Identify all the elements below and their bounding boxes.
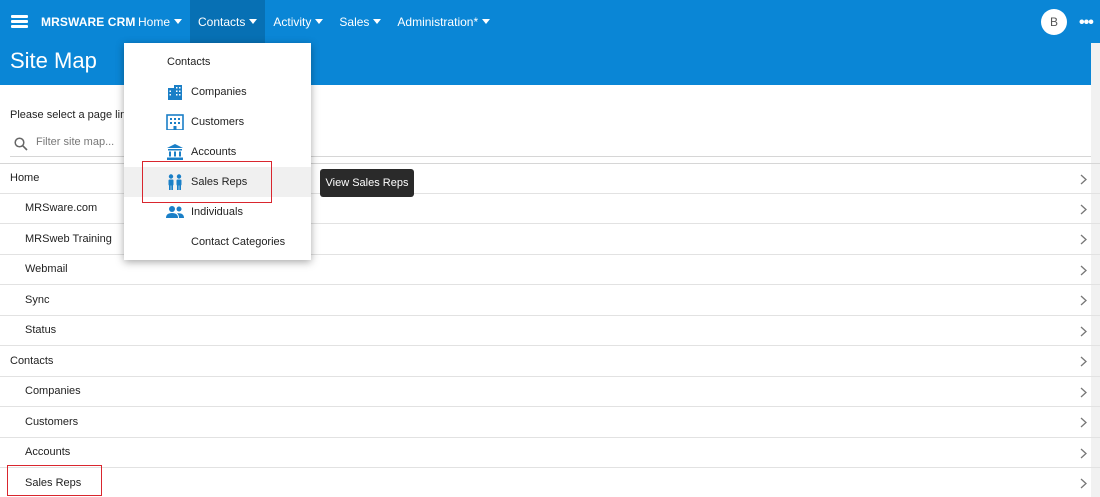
more-options-icon[interactable]: •••: [1079, 14, 1094, 32]
dropdown-item-label: Individuals: [191, 206, 243, 218]
customers-icon: [166, 114, 184, 130]
row-label: Companies: [25, 385, 81, 398]
chevron-right-icon: [1080, 204, 1087, 214]
search-icon: [14, 137, 28, 151]
row-label: Home: [10, 172, 40, 185]
row-label: Customers: [25, 415, 79, 428]
dropdown-item-companies[interactable]: Companies: [124, 77, 311, 107]
dropdown-item-contact-categories[interactable]: Contact Categories: [124, 227, 311, 257]
chevron-right-icon: [1080, 356, 1087, 367]
nav-contacts-label: Contacts: [198, 14, 246, 29]
nav-contacts[interactable]: Contacts: [190, 0, 266, 43]
contacts-dropdown-menu: Contacts Companies Customers Accounts Sa…: [124, 43, 311, 260]
row-label: MRSweb Training: [25, 232, 112, 245]
brand-logo[interactable]: MRSWARE CRM: [41, 15, 135, 29]
row-label: Accounts: [25, 446, 71, 459]
row-label: Contacts: [10, 354, 54, 367]
tooltip: View Sales Reps: [320, 169, 414, 197]
row-label: MRSware.com: [25, 202, 98, 215]
dropdown-item-label: Companies: [191, 86, 247, 98]
dropdown-item-label: Contact Categories: [191, 236, 286, 248]
caret-down-icon: [482, 19, 491, 24]
chevron-right-icon: [1080, 265, 1087, 275]
nav-activity-label: Activity: [273, 14, 312, 29]
row-label: Status: [25, 324, 57, 337]
dropdown-item-customers[interactable]: Customers: [124, 107, 311, 137]
sitemap-row-sales-reps[interactable]: Sales Reps: [0, 468, 1100, 497]
nav-administration-label: Administration*: [397, 14, 479, 29]
caret-down-icon: [315, 19, 324, 24]
top-nav-bar: MRSWARE CRM Home Contacts Activity Sales…: [0, 0, 1100, 43]
nav-administration[interactable]: Administration*: [389, 0, 498, 43]
sitemap-row-sync[interactable]: Sync: [0, 285, 1100, 316]
page-prompt: Please select a page link: [10, 109, 132, 121]
chevron-right-icon: [1080, 234, 1087, 245]
chevron-right-icon: [1080, 448, 1087, 458]
page-title: Site Map: [10, 48, 97, 73]
sitemap-row-customers[interactable]: Customers: [0, 407, 1100, 438]
row-label: Webmail: [25, 263, 68, 276]
nav-home-label: Home: [138, 14, 171, 29]
chevron-right-icon: [1080, 478, 1087, 489]
sales-reps-row-highlight: [7, 465, 102, 496]
caret-down-icon: [249, 19, 258, 24]
sitemap-row-companies[interactable]: Companies: [0, 377, 1100, 407]
nav-activity[interactable]: Activity: [265, 0, 331, 43]
chevron-right-icon: [1080, 174, 1087, 185]
chevron-right-icon: [1080, 417, 1087, 428]
caret-down-icon: [373, 19, 382, 24]
sitemap-row-accounts[interactable]: Accounts: [0, 438, 1100, 468]
nav-sales-label: Sales: [339, 14, 370, 29]
nav-home[interactable]: Home: [130, 0, 190, 43]
chevron-right-icon: [1080, 295, 1087, 306]
caret-down-icon: [174, 19, 183, 24]
sitemap-row-contacts[interactable]: Contacts: [0, 346, 1100, 377]
chevron-right-icon: [1080, 387, 1087, 397]
hamburger-menu-icon[interactable]: [11, 15, 28, 28]
main-nav: Home Contacts Activity Sales Administrat…: [130, 0, 498, 43]
nav-sales[interactable]: Sales: [331, 0, 389, 43]
dropdown-item-label: Accounts: [191, 146, 237, 158]
user-avatar[interactable]: B: [1041, 9, 1067, 35]
companies-icon: [168, 85, 182, 100]
sales-reps-menu-highlight: [142, 161, 272, 203]
chevron-right-icon: [1080, 326, 1087, 336]
dropdown-item-label: Customers: [191, 116, 245, 128]
sitemap-row-status[interactable]: Status: [0, 316, 1100, 346]
dropdown-header-contacts[interactable]: Contacts: [124, 47, 311, 77]
accounts-icon: [167, 144, 183, 160]
dropdown-header-label: Contacts: [167, 56, 211, 68]
row-label: Sync: [25, 293, 50, 306]
individuals-icon: [166, 206, 184, 218]
